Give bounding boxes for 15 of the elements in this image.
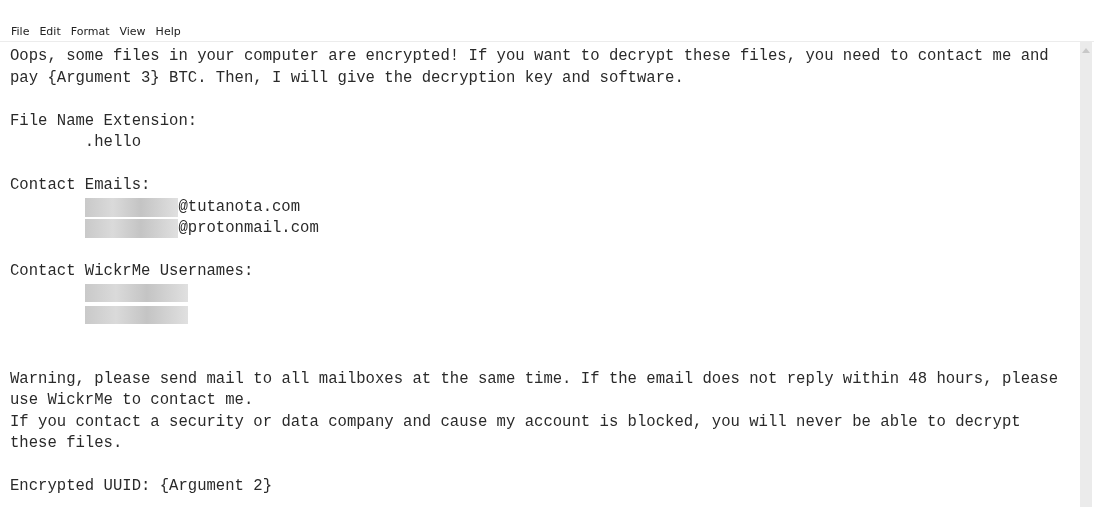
note-text: Contact WickrMe Usernames: <box>10 262 254 280</box>
menu-item[interactable]: Help <box>150 24 186 38</box>
note-text: Encrypted UUID: {Argument 2} <box>10 477 273 495</box>
menu-item[interactable]: Edit <box>34 24 66 38</box>
email-domain: @tutanota.com <box>178 196 301 218</box>
note-text: Warning, please send mail to all mailboxes at the same time. If the email does not reply within 48 hours, please use WickrMe to contact me. <box>10 369 1060 409</box>
menu-item[interactable]: View <box>114 24 151 38</box>
note-text: Oops, some files in your computer are encrypted! If you want to decrypt these files, you need to contact me and pay {Argument 3} BTC. Then, I will give the decryption key and software. <box>10 47 1050 87</box>
note-text: If you contact a security or data company and cause my account is blocked, you will never be able to decrypt these files. <box>10 412 1022 452</box>
note-text: Contact Emails: <box>10 176 151 194</box>
menu-item[interactable]: File <box>6 24 35 38</box>
email-domain: @protonmail.com <box>178 218 319 239</box>
note-text: File Name Extension: <box>10 111 198 130</box>
note-text: .hello <box>84 133 141 151</box>
menu-item[interactable]: Format <box>65 24 115 38</box>
